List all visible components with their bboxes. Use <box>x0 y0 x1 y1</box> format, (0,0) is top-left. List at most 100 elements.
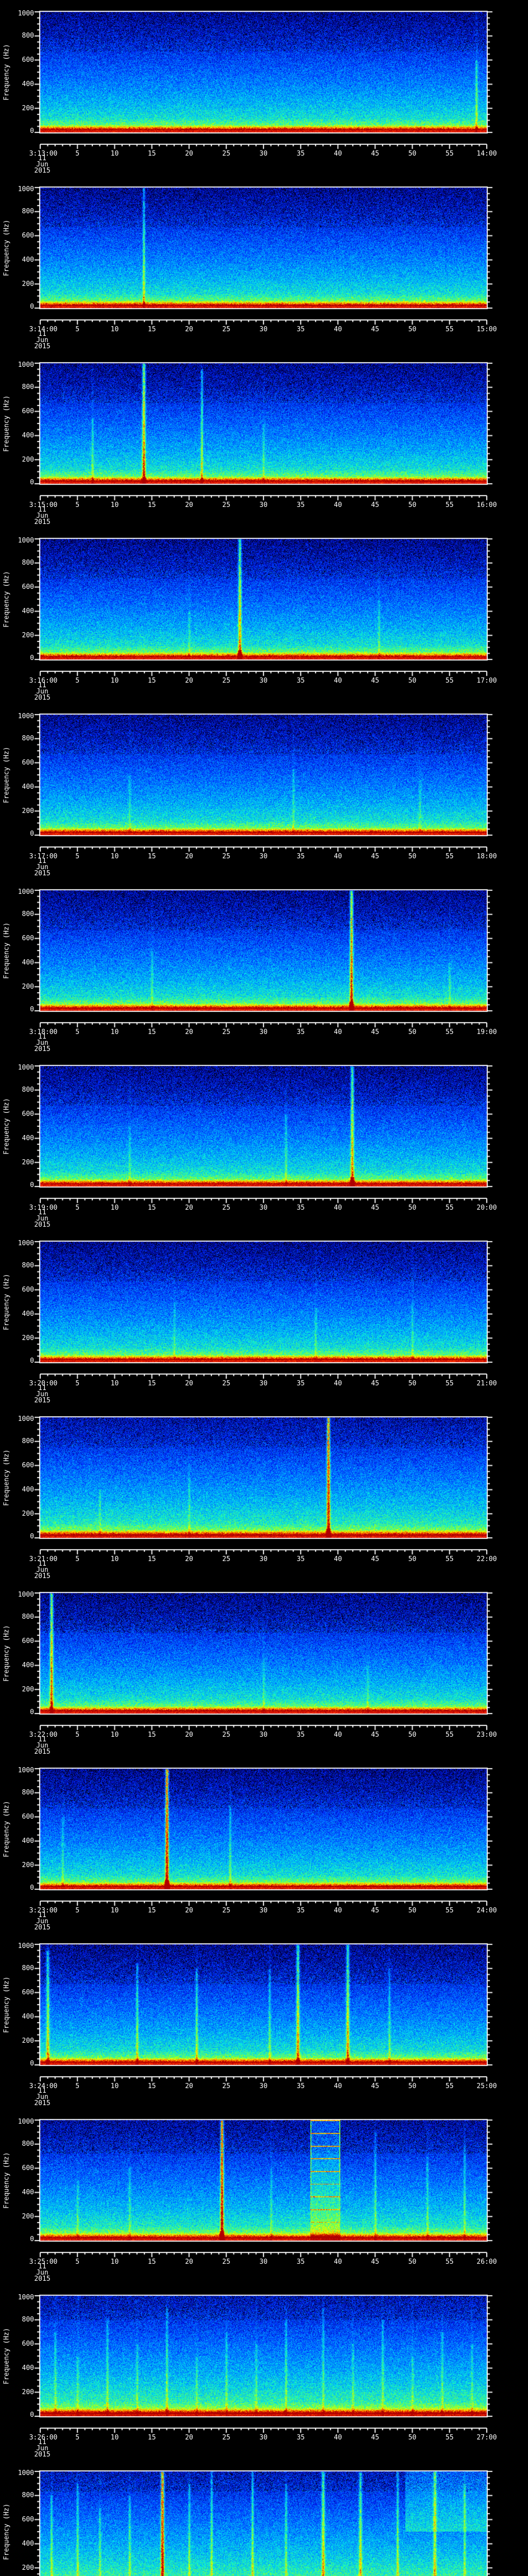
y-tick-label: 800 <box>22 1964 34 1973</box>
y-tick-label: 200 <box>22 280 34 288</box>
x-tick-label: 20 <box>185 150 193 158</box>
x-tick-label: 15 <box>147 1028 156 1036</box>
x-tick-label: 50 <box>408 1204 417 1212</box>
spectrogram-canvas-9 <box>0 1405 528 1581</box>
x-tick-label: 40 <box>334 2434 342 2442</box>
y-tick-label: 600 <box>22 1637 34 1646</box>
spectrogram-canvas-6 <box>0 878 528 1054</box>
y-tick-label: 600 <box>22 759 34 767</box>
y-tick-label: 600 <box>22 1286 34 1294</box>
x-tick-label: 25 <box>222 501 230 509</box>
x-tick-label: 55 <box>446 1731 454 1739</box>
x-axis-end-time: 21:00 <box>476 1380 497 1387</box>
spectrogram-canvas-14 <box>0 2284 528 2460</box>
x-tick-label: 50 <box>408 150 417 158</box>
x-tick-label: 15 <box>147 2258 156 2266</box>
y-tick-label: 400 <box>22 783 34 791</box>
spectrogram-panel-4: Frequency (Hz) 1000 800 600 400 200 0 3:16:00… <box>0 527 528 703</box>
y-tick-label: 1000 <box>18 888 34 896</box>
x-axis-date: 11 Jun 2015 <box>28 2088 56 2107</box>
x-axis-date: 11 Jun 2015 <box>28 155 56 175</box>
x-tick-label: 40 <box>334 2258 342 2266</box>
x-tick-label: 30 <box>259 501 268 509</box>
spectrogram-canvas-11 <box>0 1757 528 1933</box>
x-axis-end-time: 19:00 <box>476 1028 497 1036</box>
y-tick-label: 0 <box>30 302 34 311</box>
x-tick-label: 55 <box>446 501 454 509</box>
y-tick-label: 200 <box>22 982 34 991</box>
y-tick-label: 800 <box>22 1613 34 1621</box>
x-tick-label: 5 <box>75 1204 80 1212</box>
x-tick-label: 50 <box>408 326 417 333</box>
x-axis-date: 11 Jun 2015 <box>28 2439 56 2458</box>
spectrogram-panel-6: Frequency (Hz) 1000 800 600 400 200 0 3:18:00… <box>0 878 528 1054</box>
y-tick-label: 0 <box>30 1005 34 1013</box>
y-tick-label: 200 <box>22 1334 34 1342</box>
spectrogram-stack: Frequency (Hz) 1000 800 600 400 200 0 3:13:00… <box>0 0 528 2576</box>
x-tick-label: 5 <box>75 1028 80 1036</box>
x-axis-date: 11 Jun 2015 <box>28 331 56 350</box>
x-tick-label: 55 <box>446 1028 454 1036</box>
y-tick-label: 400 <box>22 431 34 439</box>
spectrogram-canvas-1 <box>0 0 528 176</box>
x-tick-label: 15 <box>147 2082 156 2090</box>
x-tick-label: 45 <box>371 1380 380 1387</box>
y-tick-label: 200 <box>22 2564 34 2572</box>
x-tick-label: 35 <box>296 1907 305 1914</box>
y-tick-label: 1000 <box>18 536 34 545</box>
y-tick-label: 400 <box>22 1837 34 1845</box>
y-tick-label: 1000 <box>18 1942 34 1950</box>
y-tick-label: 1000 <box>18 185 34 193</box>
y-tick-label: 200 <box>22 1158 34 1166</box>
y-axis-title: Frequency (Hz) <box>3 1625 11 1682</box>
x-tick-label: 50 <box>408 1028 417 1036</box>
x-tick-label: 50 <box>408 1731 417 1739</box>
x-tick-label: 30 <box>259 677 268 685</box>
y-tick-label: 600 <box>22 2164 34 2173</box>
spectrogram-canvas-12 <box>0 1933 528 2108</box>
x-tick-label: 5 <box>75 1555 80 1563</box>
y-tick-label: 1000 <box>18 9 34 18</box>
x-tick-label: 50 <box>408 1380 417 1387</box>
x-tick-label: 45 <box>371 150 380 158</box>
y-axis-title: Frequency (Hz) <box>3 2328 11 2384</box>
x-tick-label: 45 <box>371 1555 380 1563</box>
y-tick-label: 200 <box>22 2037 34 2045</box>
y-tick-label: 0 <box>30 1884 34 1892</box>
y-tick-label: 400 <box>22 1310 34 1318</box>
x-tick-label: 45 <box>371 2434 380 2442</box>
y-tick-label: 800 <box>22 2140 34 2148</box>
y-tick-label: 0 <box>30 829 34 838</box>
y-tick-label: 0 <box>30 2059 34 2067</box>
y-tick-label: 600 <box>22 935 34 943</box>
x-tick-label: 30 <box>259 1028 268 1036</box>
x-tick-label: 15 <box>147 1907 156 1914</box>
x-tick-label: 10 <box>110 326 119 333</box>
x-tick-label: 40 <box>334 1907 342 1914</box>
x-tick-label: 30 <box>259 1204 268 1212</box>
date-line: 2015 <box>34 167 51 175</box>
y-tick-label: 200 <box>22 1861 34 1869</box>
date-line: 2015 <box>34 518 51 526</box>
y-axis-title: Frequency (Hz) <box>3 44 11 100</box>
x-tick-label: 45 <box>371 501 380 509</box>
x-tick-label: 25 <box>222 1204 230 1212</box>
x-tick-label: 5 <box>75 2258 80 2266</box>
x-axis-date: 11 Jun 2015 <box>28 506 56 526</box>
x-tick-label: 55 <box>446 677 454 685</box>
x-tick-label: 50 <box>408 501 417 509</box>
y-tick-label: 400 <box>22 1661 34 1669</box>
x-tick-label: 20 <box>185 1555 193 1563</box>
x-tick-label: 40 <box>334 150 342 158</box>
y-tick-label: 800 <box>22 1437 34 1446</box>
x-tick-label: 55 <box>446 2434 454 2442</box>
spectrogram-panel-7: Frequency (Hz) 1000 800 600 400 200 0 3:19:00… <box>0 1054 528 1230</box>
y-tick-label: 0 <box>30 478 34 486</box>
y-tick-label: 800 <box>22 2316 34 2324</box>
x-axis-date: 11 Jun 2015 <box>28 1912 56 1931</box>
x-tick-label: 20 <box>185 2082 193 2090</box>
x-axis-date: 11 Jun 2015 <box>28 1209 56 1228</box>
x-tick-label: 35 <box>296 1204 305 1212</box>
x-tick-label: 40 <box>334 2082 342 2090</box>
y-tick-label: 200 <box>22 1685 34 1693</box>
